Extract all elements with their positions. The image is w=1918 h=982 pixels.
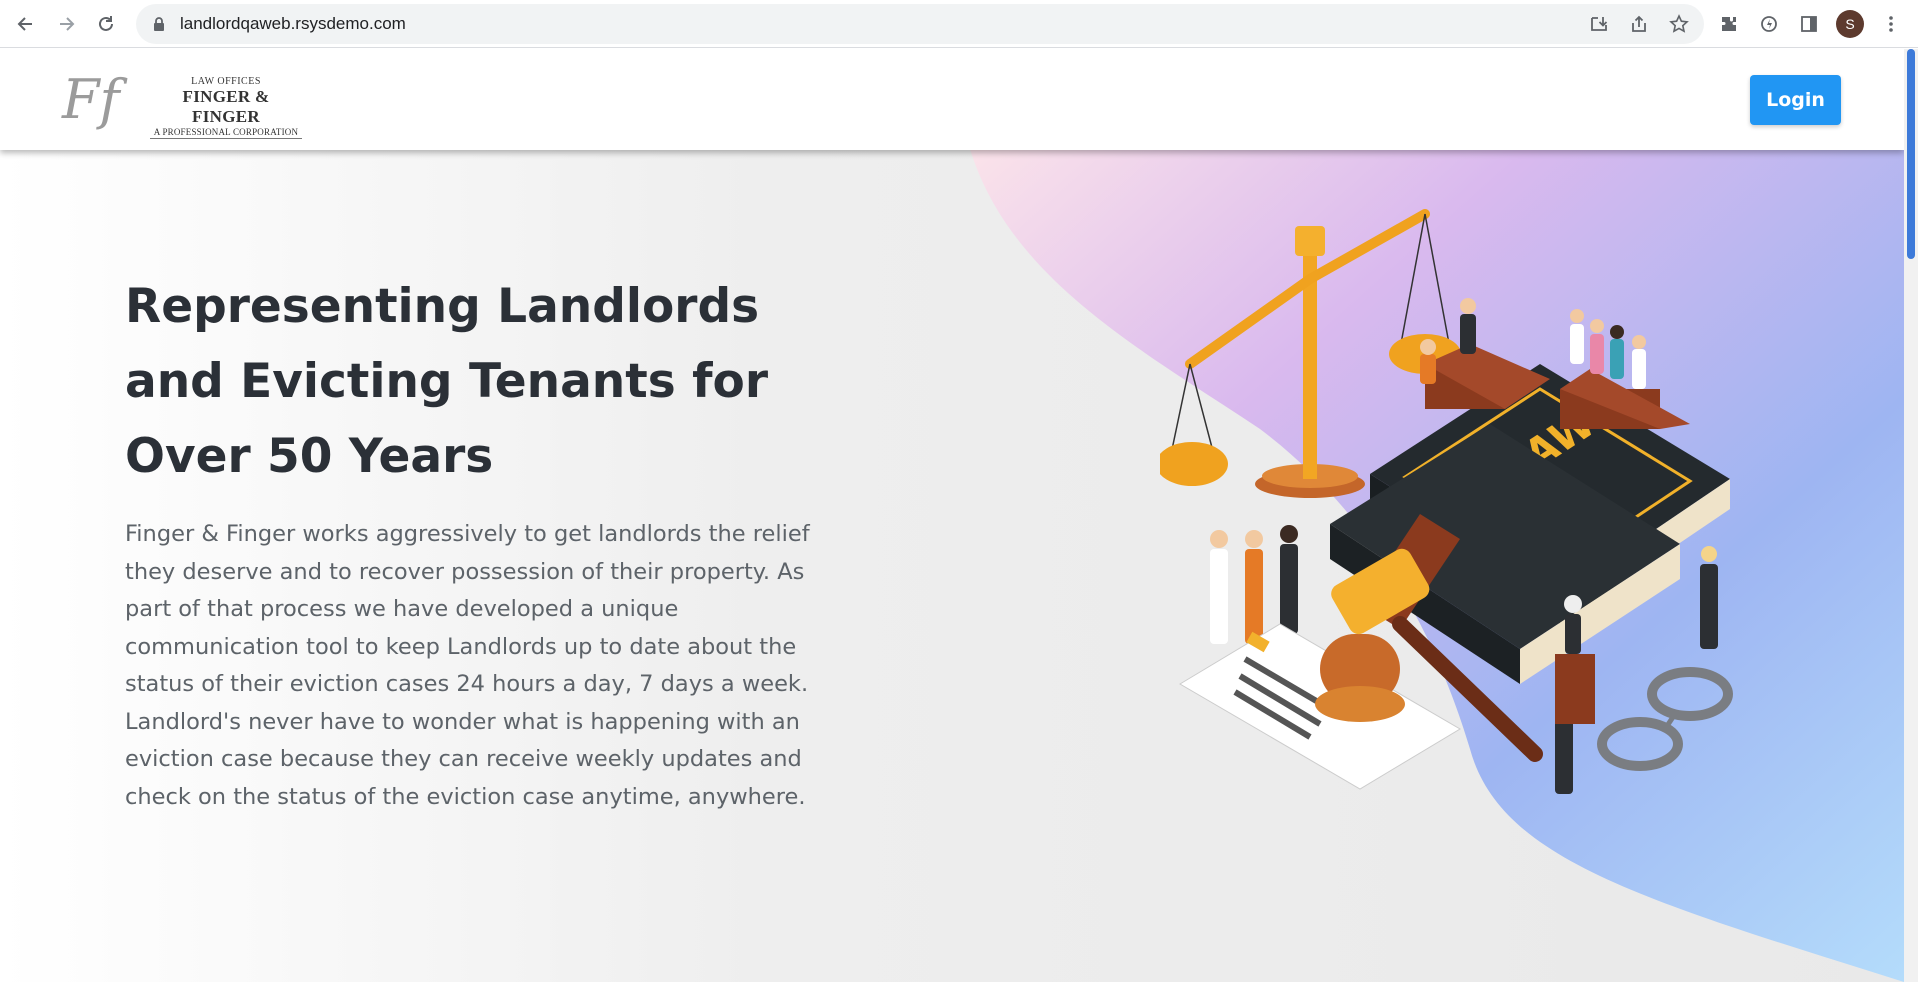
login-button[interactable]: Login xyxy=(1750,75,1841,125)
hero-title: Representing Landlords and Evicting Tena… xyxy=(125,279,768,484)
reload-button[interactable] xyxy=(86,4,126,44)
extensions-icon[interactable] xyxy=(1716,11,1742,37)
logo-line-law-offices: LAW OFFICES xyxy=(191,76,261,87)
performance-icon[interactable] xyxy=(1756,11,1782,37)
logo-line-firm-name: FINGER & FINGER xyxy=(182,87,270,126)
scrollbar-thumb[interactable] xyxy=(1907,49,1915,259)
forward-button[interactable] xyxy=(46,4,86,44)
law-illustration: LAW xyxy=(1160,209,1733,794)
logo-line-corporation: A PROFESSIONAL CORPORATION xyxy=(150,127,302,139)
side-panel-icon[interactable] xyxy=(1796,11,1822,37)
arrow-left-icon xyxy=(17,16,32,31)
more-menu-icon[interactable] xyxy=(1878,11,1904,37)
share-icon[interactable] xyxy=(1626,11,1652,37)
law-book-icon: LAW xyxy=(1330,364,1730,684)
page-scrollbar[interactable] xyxy=(1904,49,1918,982)
address-bar[interactable]: landlordqaweb.rsysdemo.com xyxy=(136,4,1704,44)
logo-wordmark: LAW OFFICES FINGER & FINGER A PROFESSION… xyxy=(150,76,302,139)
lock-icon xyxy=(150,15,168,33)
firm-logo[interactable]: Ff LAW OFFICES FINGER & FINGER A PROFESS… xyxy=(62,68,302,139)
bookmark-star-icon[interactable] xyxy=(1666,11,1692,37)
logo-monogram: Ff xyxy=(62,68,120,131)
arrow-right-icon xyxy=(60,16,75,31)
back-button[interactable] xyxy=(6,4,46,44)
profile-avatar[interactable]: S xyxy=(1836,10,1864,38)
handcuffs-icon xyxy=(1597,667,1733,771)
browser-toolbar: landlordqaweb.rsysdemo.com S xyxy=(0,0,1918,48)
url-text: landlordqaweb.rsysdemo.com xyxy=(180,14,406,33)
site-header: Ff LAW OFFICES FINGER & FINGER A PROFESS… xyxy=(0,49,1904,150)
hero-description: Finger & Finger works aggressively to ge… xyxy=(125,521,810,810)
reload-icon xyxy=(99,15,113,31)
install-app-icon[interactable] xyxy=(1586,11,1612,37)
page-viewport: Ff LAW OFFICES FINGER & FINGER A PROFESS… xyxy=(0,49,1904,982)
